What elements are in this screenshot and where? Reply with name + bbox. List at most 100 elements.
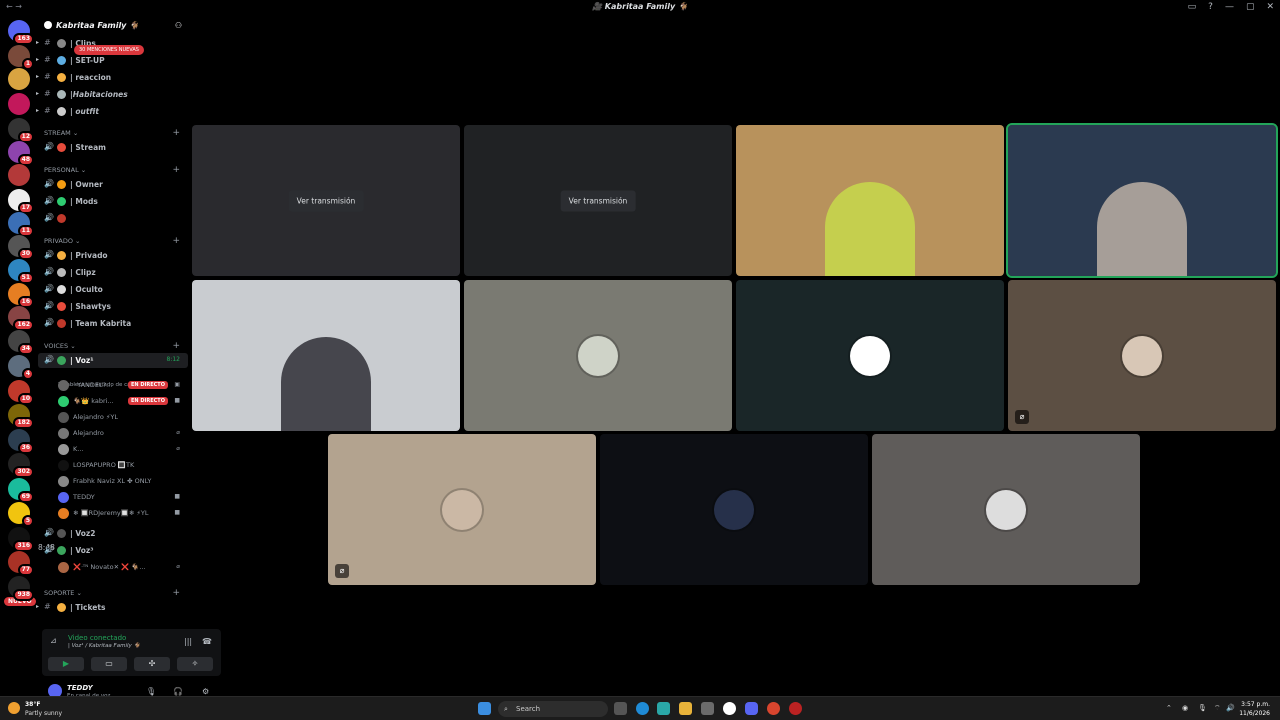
- copilot-icon[interactable]: [657, 702, 670, 715]
- server-icon[interactable]: [8, 164, 30, 186]
- tray-app-icon[interactable]: ◉: [1182, 704, 1188, 712]
- category-privado[interactable]: PRIVADO ⌄ +: [44, 236, 184, 246]
- camera-tile[interactable]: [192, 280, 460, 431]
- participant-tile[interactable]: [872, 434, 1140, 585]
- participant-tile[interactable]: [464, 280, 732, 431]
- category-personal[interactable]: PERSONAL ⌄ +: [44, 165, 184, 175]
- voice-channel-label[interactable]: | Voz¹ / Kabritaa Family 🐐: [68, 643, 140, 649]
- participant-tile[interactable]: [600, 434, 868, 585]
- add-channel-icon[interactable]: +: [172, 588, 180, 598]
- soundboard-button[interactable]: ✧: [177, 657, 213, 671]
- voice-channel[interactable]: 🔊 | Shawtys: [38, 299, 188, 314]
- server-icon[interactable]: 302: [8, 453, 34, 478]
- voice-user[interactable]: LOSPAPUPRO 🔳TK: [58, 458, 186, 473]
- participant-tile[interactable]: ⌀: [1008, 280, 1276, 431]
- help-icon[interactable]: ?: [1208, 2, 1213, 12]
- maximize-button[interactable]: ▢: [1246, 2, 1255, 12]
- voice-channel[interactable]: 🔊 | Privado: [38, 248, 188, 263]
- voice-user[interactable]: K... ⌀: [58, 442, 186, 457]
- text-channel[interactable]: ▸ # | SET-UP: [36, 53, 188, 68]
- clock[interactable]: 3:57 p.m. 11/6/2026: [1239, 700, 1270, 718]
- participant-tile[interactable]: [736, 280, 1004, 431]
- disconnect-icon[interactable]: ☎: [202, 637, 212, 646]
- settings-gear-icon[interactable]: ⚙: [202, 687, 209, 696]
- tray-chevron-icon[interactable]: ⌃: [1166, 704, 1172, 712]
- server-icon[interactable]: 5: [8, 502, 34, 527]
- server-icon[interactable]: 316: [8, 527, 34, 552]
- server-icon[interactable]: 163: [8, 20, 34, 45]
- voice-user[interactable]: TEDDY ■: [58, 490, 186, 505]
- tray-mic-icon[interactable]: 🎙: [1198, 704, 1207, 712]
- server-icon[interactable]: 77: [8, 551, 34, 576]
- voice-channel[interactable]: 🔊 | Voz³ 8:48: [38, 543, 188, 558]
- server-icon[interactable]: 30: [8, 235, 34, 260]
- voice-channel[interactable]: 🔊 | Team Kabrita: [38, 316, 188, 331]
- server-icon[interactable]: 4: [8, 355, 34, 380]
- discord-icon[interactable]: [745, 702, 758, 715]
- voice-channel[interactable]: 🔊 | Mods: [38, 194, 188, 209]
- server-icon[interactable]: 16: [8, 283, 34, 308]
- text-channel[interactable]: ▸ # | outfit: [36, 104, 188, 119]
- server-icon[interactable]: 11: [8, 212, 34, 237]
- invite-icon[interactable]: ⚇: [175, 21, 182, 30]
- server-icon[interactable]: 48: [8, 141, 34, 166]
- add-channel-icon[interactable]: +: [172, 236, 180, 246]
- voice-channel[interactable]: 🔊 | Voz¹ 8:12: [38, 353, 188, 368]
- voice-connected-label[interactable]: Video conectado: [68, 634, 126, 642]
- watch-stream-button[interactable]: Ver transmisión: [288, 190, 364, 211]
- add-channel-icon[interactable]: +: [172, 341, 180, 351]
- wifi-icon[interactable]: ⌔: [1214, 704, 1221, 713]
- close-button[interactable]: ✕: [1266, 2, 1274, 12]
- stream-tile[interactable]: Ver transmisión: [464, 125, 732, 276]
- server-icon[interactable]: 12: [8, 118, 34, 143]
- server-icon[interactable]: 1: [8, 45, 34, 70]
- app-icon[interactable]: [723, 702, 736, 715]
- stream-tile[interactable]: Ver transmisión: [192, 125, 460, 276]
- server-icon[interactable]: [8, 68, 30, 90]
- voice-user[interactable]: Alejandro ⚡YL: [58, 410, 186, 425]
- server-icon[interactable]: 34: [8, 330, 34, 355]
- camera-button[interactable]: ▶: [48, 657, 84, 671]
- voice-user[interactable]: · YANDEL?... EN DIRECTO ▣: [58, 378, 186, 393]
- headphones-icon[interactable]: 🎧: [173, 687, 183, 696]
- server-icon[interactable]: 17: [8, 189, 34, 214]
- signal-icon[interactable]: ⊿: [50, 636, 57, 645]
- voice-user[interactable]: ❌ᐧᵀᴺ Novato✕ ❌ 🐐... ⌀: [58, 560, 186, 575]
- category-voices[interactable]: VOICES ⌄ +: [44, 341, 184, 351]
- participant-tile[interactable]: ⌀: [328, 434, 596, 585]
- category-soporte[interactable]: SOPORTE ⌄ +: [44, 588, 184, 598]
- task-view-icon[interactable]: [614, 702, 627, 715]
- server-icon[interactable]: 162: [8, 306, 34, 331]
- username[interactable]: TEDDY: [67, 684, 93, 692]
- minimize-button[interactable]: —: [1225, 2, 1234, 12]
- server-icon[interactable]: 182: [8, 404, 34, 429]
- store-icon[interactable]: [701, 702, 714, 715]
- server-icon[interactable]: 10: [8, 380, 34, 405]
- add-channel-icon[interactable]: +: [172, 128, 180, 138]
- taskbar-search[interactable]: ⌕ Search: [498, 701, 608, 717]
- volume-icon[interactable]: 🔊: [1226, 704, 1235, 712]
- server-icon[interactable]: 36: [8, 429, 34, 454]
- voice-channel[interactable]: 🔊 | Stream: [38, 140, 188, 155]
- category-stream[interactable]: STREAM ⌄ +: [44, 128, 184, 138]
- voice-channel[interactable]: 🔊 | Voz2: [38, 526, 188, 541]
- voice-channel[interactable]: 🔊 | Clipz: [38, 265, 188, 280]
- voice-user[interactable]: 🐐👑 kabri... EN DIRECTO ■: [58, 394, 186, 409]
- recorder-icon[interactable]: [789, 702, 802, 715]
- inbox-icon[interactable]: ▭: [1188, 2, 1197, 12]
- server-icon[interactable]: 938: [8, 576, 34, 601]
- start-icon[interactable]: [478, 702, 491, 715]
- camera-tile[interactable]: [736, 125, 1004, 276]
- edge-icon[interactable]: [636, 702, 649, 715]
- guild-header[interactable]: Kabritaa Family 🐐 ⚇: [44, 21, 184, 35]
- server-icon[interactable]: 69: [8, 478, 34, 503]
- file-explorer-icon[interactable]: [679, 702, 692, 715]
- noise-icon[interactable]: |||: [184, 637, 192, 646]
- microphone-icon[interactable]: 🎙: [146, 687, 156, 696]
- voice-user[interactable]: Alejandro ⌀: [58, 426, 186, 441]
- text-channel[interactable]: ▸ # |Habitaciones: [36, 87, 188, 102]
- server-icon[interactable]: 51: [8, 259, 34, 284]
- screenshare-button[interactable]: ▭: [91, 657, 127, 671]
- voice-user[interactable]: ❄ 🔲RDJeremy🔲❄ ⚡YL ■: [58, 506, 186, 521]
- camera-tile[interactable]: [1006, 123, 1278, 278]
